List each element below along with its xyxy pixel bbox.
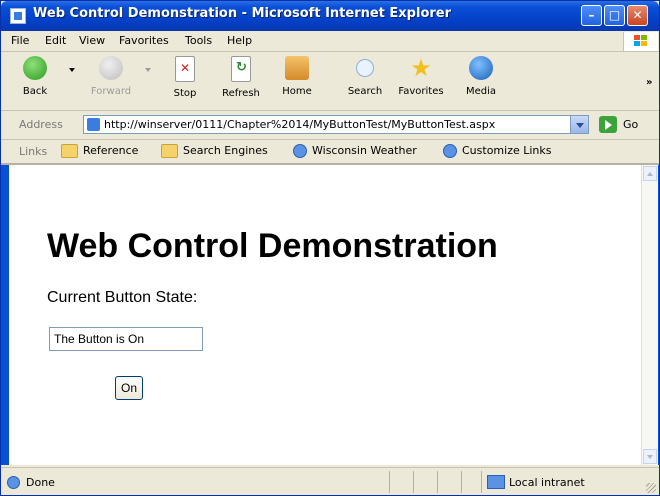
window-frame-left (1, 165, 9, 465)
link-reference-label: Reference (83, 144, 139, 157)
security-zone: Local intranet (509, 476, 585, 489)
window-title: Web Control Demonstration - Microsoft In… (33, 6, 452, 21)
scroll-down-icon[interactable] (643, 449, 657, 464)
stop-button[interactable]: ✕ Stop (157, 56, 213, 99)
refresh-button[interactable]: ↻ Refresh (213, 56, 269, 99)
link-wisconsin-weather-label: Wisconsin Weather (312, 144, 417, 157)
forward-dropdown-icon[interactable] (145, 68, 151, 72)
link-customize-links-label: Customize Links (462, 144, 552, 157)
back-dropdown-icon[interactable] (69, 68, 75, 72)
close-button[interactable]: ✕ (627, 5, 648, 26)
back-label: Back (22, 86, 48, 97)
status-divider (481, 471, 482, 493)
home-icon (285, 56, 309, 80)
vertical-scrollbar[interactable] (641, 165, 658, 465)
address-bar: Address http://winserver/0111/Chapter%20… (1, 111, 659, 140)
forward-label: Forward (90, 86, 132, 97)
maximize-button[interactable]: □ (604, 5, 625, 26)
address-input[interactable]: http://winserver/0111/Chapter%2014/MyBut… (83, 115, 589, 134)
folder-icon (161, 144, 178, 158)
status-divider (413, 471, 414, 493)
back-arrow-icon (23, 56, 47, 80)
go-button[interactable]: Go (623, 118, 638, 131)
status-text: Done (26, 476, 55, 489)
browser-window: Web Control Demonstration - Microsoft In… (0, 0, 660, 496)
menu-bar: File Edit View Favorites Tools Help (1, 31, 659, 52)
address-label: Address (19, 118, 63, 131)
back-button[interactable]: Back (7, 56, 63, 97)
toolbar-overflow-icon[interactable]: » (646, 77, 652, 88)
page-heading: Web Control Demonstration (47, 227, 498, 265)
menu-edit[interactable]: Edit (45, 34, 66, 47)
scroll-up-icon[interactable] (643, 166, 657, 181)
favorites-label: Favorites (398, 86, 444, 97)
menu-help[interactable]: Help (227, 34, 252, 47)
ie-page-icon (443, 144, 457, 158)
link-reference[interactable]: Reference (61, 144, 138, 158)
media-icon (469, 56, 493, 80)
menu-view[interactable]: View (79, 34, 105, 47)
standard-toolbar: Back Forward ✕ Stop ↻ Refresh Home Searc… (1, 52, 659, 111)
status-bar: Done Local intranet (1, 467, 659, 495)
ie-page-icon (293, 144, 307, 158)
refresh-icon: ↻ (231, 56, 251, 82)
minimize-button[interactable]: – (581, 5, 602, 26)
home-button[interactable]: Home (269, 56, 325, 97)
done-page-icon (7, 476, 20, 489)
link-search-engines[interactable]: Search Engines (161, 144, 268, 158)
go-arrow-icon[interactable] (599, 116, 617, 133)
status-divider (389, 471, 390, 493)
search-button[interactable]: Search (337, 56, 393, 97)
search-label: Search (347, 86, 383, 97)
star-icon: ★ (410, 54, 432, 82)
title-bar[interactable]: Web Control Demonstration - Microsoft In… (1, 1, 659, 31)
page-icon (87, 118, 100, 131)
refresh-label: Refresh (222, 88, 260, 99)
windows-logo (623, 32, 658, 51)
ie-icon (10, 8, 26, 24)
menu-file[interactable]: File (11, 34, 29, 47)
links-label: Links (19, 145, 48, 158)
address-url[interactable]: http://winserver/0111/Chapter%2014/MyBut… (104, 118, 495, 131)
local-intranet-icon (487, 475, 505, 489)
menu-favorites[interactable]: Favorites (119, 34, 169, 47)
windows-flag-icon (634, 35, 648, 48)
stop-icon: ✕ (175, 56, 195, 82)
menu-tools[interactable]: Tools (185, 34, 212, 47)
forward-arrow-icon (99, 56, 123, 80)
link-wisconsin-weather[interactable]: Wisconsin Weather (293, 144, 417, 158)
forward-button[interactable]: Forward (83, 56, 139, 97)
search-icon (353, 56, 377, 80)
folder-icon (61, 144, 78, 158)
address-dropdown-button[interactable] (570, 116, 588, 133)
stop-label: Stop (173, 88, 197, 99)
link-search-engines-label: Search Engines (183, 144, 268, 157)
state-heading: Current Button State: (47, 289, 198, 306)
link-customize-links[interactable]: Customize Links (443, 144, 552, 158)
media-label: Media (465, 86, 497, 97)
page-content: Web Control Demonstration Current Button… (9, 165, 641, 465)
home-label: Home (282, 86, 312, 97)
button-state-textbox[interactable]: The Button is On (49, 327, 203, 351)
links-bar: Links Reference Search Engines Wisconsin… (1, 140, 659, 165)
favorites-button[interactable]: ★ Favorites (393, 56, 449, 97)
status-divider (437, 471, 438, 493)
resize-grip-icon[interactable] (646, 483, 656, 493)
media-button[interactable]: Media (453, 56, 509, 97)
status-divider (461, 471, 462, 493)
on-button[interactable]: On (115, 376, 143, 400)
